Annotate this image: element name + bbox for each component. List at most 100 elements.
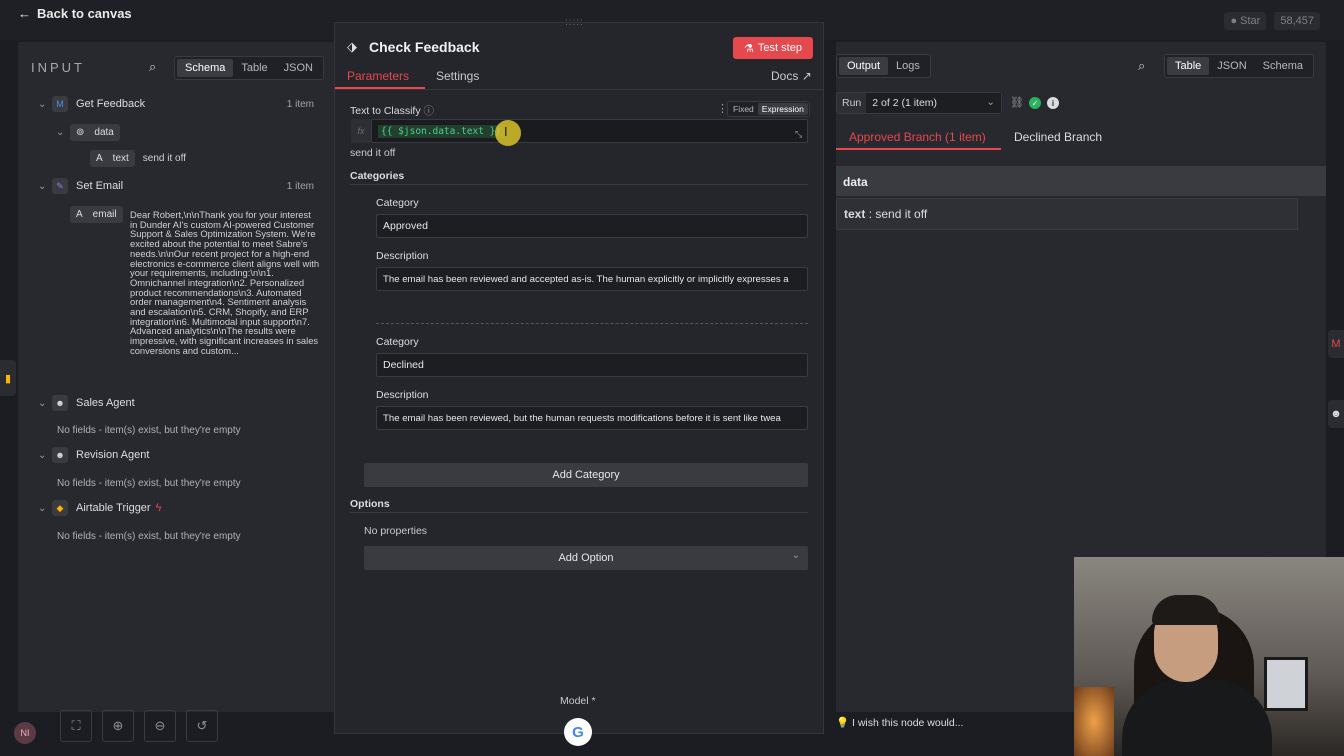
github-star-count: 58,457 xyxy=(1274,12,1320,30)
tab-approved-branch[interactable]: Approved Branch (1 item) xyxy=(849,130,986,144)
description-label: Description xyxy=(376,389,429,401)
add-option-button[interactable]: Add Option ⌄ xyxy=(364,546,808,570)
lightbulb-icon: 💡 xyxy=(836,717,850,729)
node-parameters-panel: ::::: ⬗ Check Feedback ⚗ Test step Param… xyxy=(334,17,824,734)
wall-picture xyxy=(1264,657,1308,711)
category-description-input[interactable]: The email has been reviewed and accepted… xyxy=(376,267,808,291)
category-divider xyxy=(376,323,808,324)
string-type-icon: A xyxy=(96,153,103,164)
search-icon[interactable]: ⌕ xyxy=(1138,58,1145,74)
github-star-button[interactable]: ● Star xyxy=(1224,12,1267,30)
text-cursor-icon: I xyxy=(504,124,508,139)
node-title[interactable]: Check Feedback xyxy=(369,39,480,55)
zoom-in-icon[interactable]: ⊕ xyxy=(102,710,134,742)
webcam-overlay xyxy=(1074,557,1344,756)
empty-message: No fields - item(s) exist, but they're e… xyxy=(57,425,241,436)
logs-tab[interactable]: Logs xyxy=(888,57,928,75)
field-email[interactable]: Aemail xyxy=(70,206,123,223)
cursor-highlight xyxy=(495,120,521,146)
output-view-table[interactable]: Table xyxy=(1167,57,1210,75)
input-view-table[interactable]: Table xyxy=(233,59,275,77)
expand-icon[interactable]: ⤡ xyxy=(795,129,802,140)
avatar[interactable]: NI xyxy=(14,722,36,744)
node-set-email[interactable]: ⌄ ✎ Set Email 1 item xyxy=(38,178,328,194)
description-label: Description xyxy=(376,250,429,262)
category-name-input[interactable]: Declined xyxy=(376,353,808,377)
zoom-out-icon[interactable]: ⊖ xyxy=(144,710,176,742)
node-airtable-trigger[interactable]: ⌄ ◆ Airtable Trigger ϟ xyxy=(38,500,161,516)
output-view-switch: Table JSON Schema xyxy=(1164,54,1314,78)
chevron-down-icon: ⌄ xyxy=(38,397,47,409)
chevron-down-icon: ⌄ xyxy=(56,127,65,138)
robot-icon: ☻ xyxy=(52,395,68,411)
model-label: Model * xyxy=(560,695,596,707)
expression-option[interactable]: Expression xyxy=(757,103,808,115)
data-column-header: data xyxy=(836,166,1326,196)
tag-icon: ⬗ xyxy=(347,39,357,54)
categories-label: Categories xyxy=(350,170,405,182)
object-icon: ⊚ xyxy=(76,127,85,138)
arrow-left-icon: ← xyxy=(18,6,31,21)
options-label: Options xyxy=(350,498,390,510)
add-category-button[interactable]: Add Category xyxy=(364,463,808,487)
canvas-controls: ⛶ ⊕ ⊖ ↺ xyxy=(60,710,218,746)
pencil-icon: ✎ xyxy=(52,178,68,194)
output-view-schema[interactable]: Schema xyxy=(1255,57,1311,75)
undo-icon[interactable]: ↺ xyxy=(186,710,218,742)
field-text[interactable]: Atext send it off xyxy=(90,150,186,167)
fit-view-icon[interactable]: ⛶ xyxy=(60,710,92,742)
text-to-classify-label: Text to Classify ⓘ xyxy=(350,105,435,117)
gmail-icon[interactable]: M xyxy=(1328,330,1344,358)
github-star-widget[interactable]: ● Star 58,457 xyxy=(1224,12,1320,30)
docs-link[interactable]: Docs ↗ xyxy=(771,69,812,83)
run-selector[interactable]: Run 2 of 2 (1 item) ⌄ xyxy=(836,92,1002,114)
flask-icon: ⚗ xyxy=(744,42,754,55)
external-link-icon: ↗ xyxy=(801,69,812,83)
chevron-down-icon: ⌄ xyxy=(980,93,1001,113)
tab-declined-branch[interactable]: Declined Branch xyxy=(1014,130,1102,144)
lightning-icon: ϟ xyxy=(155,502,162,514)
sheets-icon[interactable]: ▮ xyxy=(0,360,16,396)
input-view-schema[interactable]: Schema xyxy=(177,59,234,77)
github-icon: ● xyxy=(1230,15,1238,27)
no-properties-text: No properties xyxy=(364,525,428,537)
chevron-down-icon: ⌄ xyxy=(38,449,47,461)
input-view-json[interactable]: JSON xyxy=(276,59,321,77)
field-data[interactable]: ⌄ ⊚ data xyxy=(56,124,120,141)
input-view-switch: Schema Table JSON xyxy=(174,56,324,80)
empty-message: No fields - item(s) exist, but they're e… xyxy=(57,478,241,489)
category-description-input[interactable]: The email has been reviewed, but the hum… xyxy=(376,406,808,430)
tab-settings[interactable]: Settings xyxy=(436,69,479,83)
fixed-option[interactable]: Fixed xyxy=(729,103,758,115)
tab-parameters[interactable]: Parameters xyxy=(347,69,409,83)
chevron-down-icon: ⌄ xyxy=(38,502,47,514)
robot-icon: ☻ xyxy=(52,447,68,463)
string-type-icon: A xyxy=(76,209,83,220)
unlink-icon[interactable]: ⛓ xyxy=(1010,96,1024,109)
feedback-prompt[interactable]: 💡 I wish this node would... xyxy=(836,716,963,729)
back-to-canvas-button[interactable]: ← Back to canvas xyxy=(18,6,132,21)
input-panel: INPUT ⌕ Schema Table JSON ⌄ M Get Feedba… xyxy=(18,42,334,712)
info-icon[interactable]: i xyxy=(1047,97,1059,109)
search-icon[interactable]: ⌕ xyxy=(149,59,156,75)
chevron-down-icon: ⌄ xyxy=(791,550,800,561)
category-name-input[interactable]: Approved xyxy=(376,214,808,238)
fx-icon: fx xyxy=(351,119,371,143)
expression-input[interactable]: {{ $json.data.text }} xyxy=(371,119,808,143)
input-title: INPUT xyxy=(31,60,85,75)
success-check-icon: ✓ xyxy=(1029,97,1041,109)
output-tab[interactable]: Output xyxy=(839,57,889,75)
airtable-icon: ◆ xyxy=(52,500,68,516)
category-label: Category xyxy=(376,336,419,348)
node-revision-agent[interactable]: ⌄ ☻ Revision Agent xyxy=(38,447,149,463)
node-sales-agent[interactable]: ⌄ ☻ Sales Agent xyxy=(38,395,135,411)
table-row: text : send it off xyxy=(836,198,1298,230)
gmail-icon: M xyxy=(52,96,68,112)
drag-handle-icon[interactable]: ::::: xyxy=(565,17,584,28)
test-step-button[interactable]: ⚗ Test step xyxy=(733,37,813,59)
node-get-feedback[interactable]: ⌄ M Get Feedback 1 item xyxy=(38,96,328,112)
google-model-icon[interactable]: G xyxy=(564,718,592,746)
output-view-json[interactable]: JSON xyxy=(1209,57,1254,75)
robot-icon[interactable]: ☻ xyxy=(1328,400,1344,428)
help-icon[interactable]: ⓘ xyxy=(424,105,435,117)
